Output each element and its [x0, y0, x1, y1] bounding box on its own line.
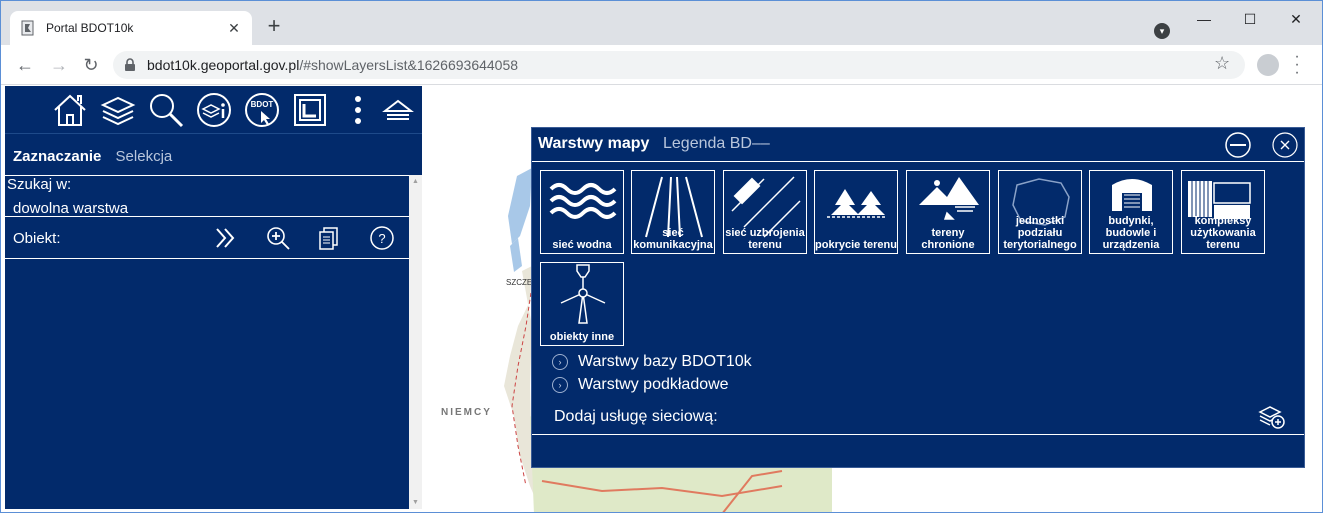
new-tab-button[interactable]: +: [263, 15, 285, 38]
map-country-label: NIEMCY: [441, 407, 492, 418]
tile-label: sieć wodna: [552, 239, 612, 251]
tab-strip: Portal BDOT10k ✕ + ▾ — ☐ ✕: [1, 1, 1322, 45]
browser-window: Portal BDOT10k ✕ + ▾ — ☐ ✕ ← → ↻ bdot10k…: [0, 0, 1323, 513]
page-content: SZCZE NIEMCY BDOT Zaznaczanie Selekcja S…: [1, 86, 1322, 512]
tree-item-label: Warstwy podkładowe: [578, 376, 729, 393]
object-row: Obiekt: ?: [5, 217, 409, 259]
left-panel-scrollbar[interactable]: ▲ ▼: [409, 175, 422, 509]
tile-pokrycie-terenu[interactable]: pokrycie terenu: [814, 170, 898, 254]
search-block: Szukaj w: dowolna warstwa: [5, 175, 409, 217]
url-host: bdot10k.geoportal.gov.pl: [147, 57, 300, 73]
double-chevron-icon[interactable]: [213, 225, 239, 251]
lock-icon: [123, 58, 137, 72]
layers-icon[interactable]: [99, 91, 137, 129]
tile-label: jednostki podziału terytorialnego: [1003, 215, 1077, 251]
back-button[interactable]: ←: [13, 53, 37, 77]
tile-siec-wodna[interactable]: sieć wodna: [540, 170, 624, 254]
close-window-button[interactable]: ✕: [1273, 7, 1319, 31]
zoom-in-icon[interactable]: [265, 225, 291, 251]
mode-tabs: Zaznaczanie Selekcja: [13, 148, 172, 165]
reload-button[interactable]: ↻: [79, 53, 103, 77]
tree-item-bdot-layers[interactable]: › Warstwy bazy BDOT10k: [552, 353, 752, 371]
help-icon[interactable]: ?: [369, 225, 395, 251]
search-label: Szukaj w:: [7, 176, 72, 193]
tab-map-layers[interactable]: Warstwy mapy: [538, 135, 649, 153]
tree-item-label: Warstwy bazy BDOT10k: [578, 353, 752, 370]
bdot-icon[interactable]: BDOT: [243, 91, 281, 129]
tile-label: sieć uzbrojenia terenu: [725, 227, 805, 251]
frame-icon[interactable]: [291, 91, 329, 129]
tile-label: sieć komunikacyjna: [633, 227, 713, 251]
water-icon: [549, 183, 617, 219]
close-dialog-icon[interactable]: [1272, 132, 1298, 158]
address-bar[interactable]: bdot10k.geoportal.gov.pl /#showLayersLis…: [113, 51, 1245, 79]
chevron-right-icon[interactable]: ›: [552, 354, 568, 370]
tab-selekcja[interactable]: Selekcja: [116, 148, 173, 165]
water-area: [508, 168, 532, 244]
tile-obiekty-inne[interactable]: obiekty inne: [540, 262, 624, 346]
object-label: Obiekt:: [13, 230, 61, 247]
info-icon[interactable]: [195, 91, 233, 129]
layers-dialog: Warstwy mapy Legenda BD–– sieć wodna sie…: [531, 127, 1305, 468]
add-layer-icon[interactable]: [1258, 404, 1286, 430]
home-icon[interactable]: [51, 91, 89, 129]
profile-avatar[interactable]: [1257, 54, 1279, 76]
more-icon[interactable]: [339, 91, 377, 129]
tree-item-base-layers[interactable]: › Warstwy podkładowe: [552, 376, 729, 394]
tile-jednostki-podzialu[interactable]: jednostki podziału terytorialnego: [998, 170, 1082, 254]
search-icon[interactable]: [147, 91, 185, 129]
browser-tab[interactable]: Portal BDOT10k ✕: [10, 11, 252, 45]
tile-label: obiekty inne: [549, 331, 615, 343]
forward-button[interactable]: →: [47, 53, 71, 77]
tab-search-icon[interactable]: ▾: [1154, 23, 1170, 39]
bookmark-star-icon[interactable]: ☆: [1214, 53, 1230, 74]
tile-label: tereny chronione: [921, 227, 975, 251]
maximize-button[interactable]: ☐: [1227, 7, 1273, 31]
search-layer-select[interactable]: dowolna warstwa: [13, 200, 128, 217]
forest-icon: [827, 189, 887, 218]
minimize-dialog-icon[interactable]: [1225, 132, 1251, 158]
left-panel: BDOT Zaznaczanie Selekcja Szukaj w: dowo…: [5, 86, 422, 509]
tile-label: kompleksy użytkowania terenu: [1190, 215, 1256, 251]
browser-toolbar: ← → ↻ bdot10k.geoportal.gov.pl /#showLay…: [1, 45, 1322, 85]
dialog-header: Warstwy mapy Legenda BD––: [532, 128, 1304, 162]
url-path: /#showLayersList&1626693644058: [299, 57, 519, 73]
windmill-icon: [560, 264, 606, 324]
browser-menu-icon[interactable]: · · ·: [1293, 49, 1301, 81]
water-area: [510, 238, 522, 272]
tab-legend[interactable]: Legenda BD––: [663, 135, 770, 153]
svg-text:?: ?: [378, 231, 385, 246]
collapse-icon[interactable]: [379, 91, 417, 129]
minimize-button[interactable]: —: [1181, 7, 1227, 31]
scroll-down-icon[interactable]: ▼: [409, 496, 422, 509]
tab-title: Portal BDOT10k: [46, 21, 134, 35]
tile-kompleksy[interactable]: kompleksy użytkowania terenu: [1181, 170, 1265, 254]
top-icon-row: BDOT: [5, 86, 422, 134]
tile-siec-uzbrojenia[interactable]: sieć uzbrojenia terenu: [723, 170, 807, 254]
add-service-label: Dodaj usługę sieciową:: [554, 408, 718, 425]
tile-label: budynki, budowle i urządzenia: [1102, 215, 1160, 251]
favicon-icon: [20, 20, 36, 36]
tile-siec-komunikacyjna[interactable]: sieć komunikacyjna: [631, 170, 715, 254]
tile-tereny-chronione[interactable]: tereny chronione: [906, 170, 990, 254]
chevron-right-icon[interactable]: ›: [552, 377, 568, 393]
tab-close-icon[interactable]: ✕: [226, 20, 242, 37]
copy-icon[interactable]: [317, 225, 343, 251]
tile-budynki[interactable]: budynki, budowle i urządzenia: [1089, 170, 1173, 254]
dialog-divider: [532, 434, 1304, 435]
tile-label: pokrycie terenu: [815, 239, 897, 251]
map-city-label: SZCZE: [506, 278, 532, 287]
bdot-icon-text: BDOT: [251, 100, 274, 109]
scroll-up-icon[interactable]: ▲: [409, 175, 422, 188]
tab-zaznaczanie[interactable]: Zaznaczanie: [13, 148, 101, 165]
